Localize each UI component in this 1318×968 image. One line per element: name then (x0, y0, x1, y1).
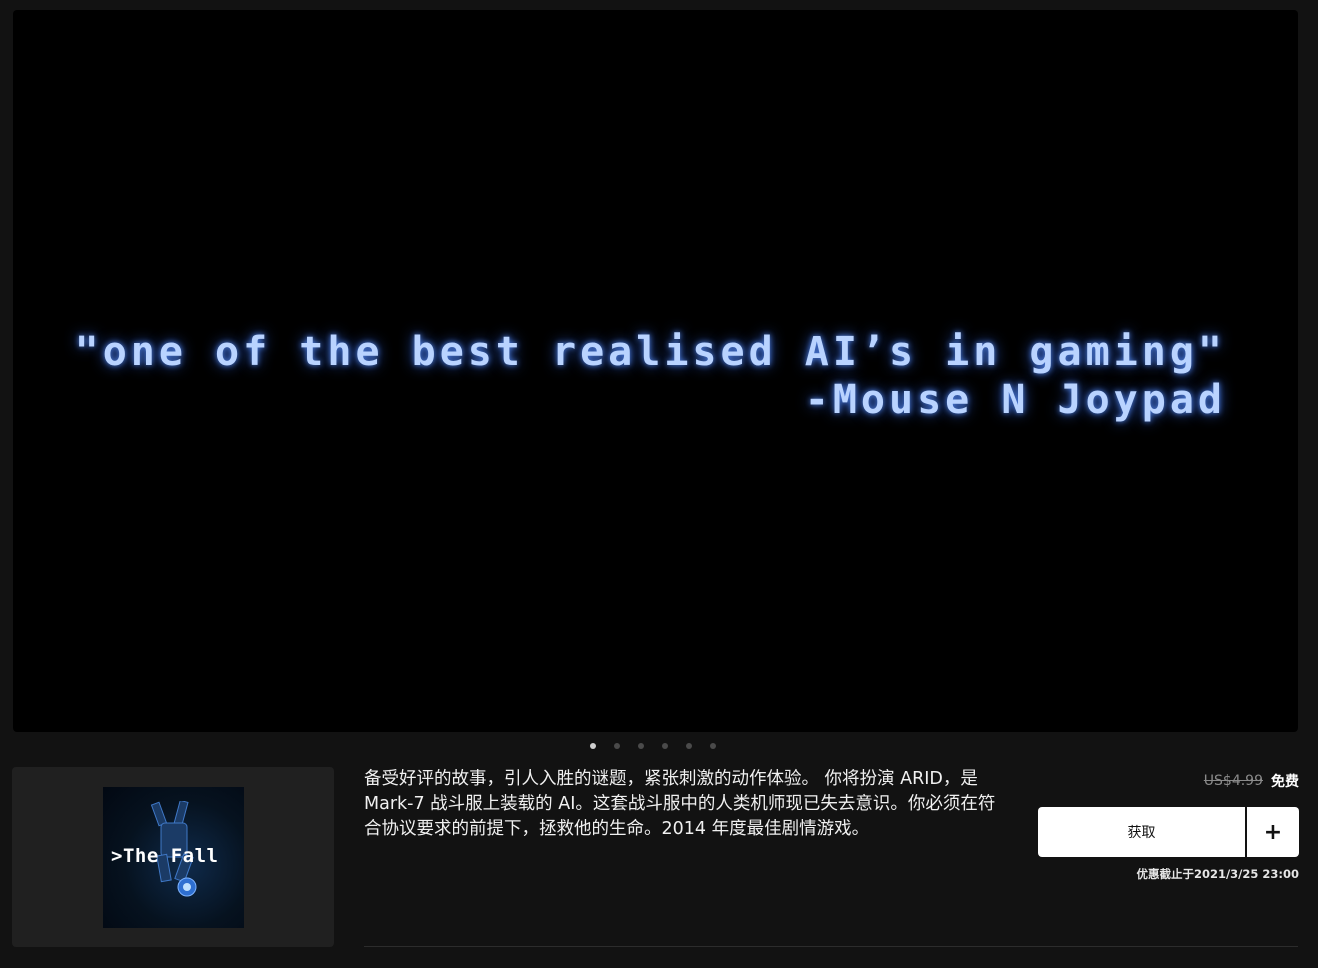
game-cover-art: >The Fall (103, 787, 244, 928)
section-divider (364, 946, 1298, 947)
game-logo-card: >The Fall (12, 767, 334, 947)
carousel-pagination (590, 743, 716, 749)
add-to-library-button[interactable]: + (1247, 807, 1299, 857)
price-info: US$4.99 免费 (1204, 771, 1299, 791)
current-price: 免费 (1271, 774, 1299, 790)
game-description: 备受好评的故事，引人入胜的谜题，紧张刺激的动作体验。 你将扮演 ARID，是 M… (364, 769, 996, 839)
carousel-dot-6[interactable] (710, 743, 716, 749)
deal-end-text: 优惠截止于2021/3/25 23:00 (1136, 867, 1299, 881)
original-price: US$4.99 (1203, 773, 1263, 789)
hero-media-slide[interactable]: "one of the best realised AI’s in gaming… (13, 10, 1298, 732)
review-quote-text: "one of the best realised AI’s in gaming… (74, 329, 1226, 375)
carousel-dot-5[interactable] (686, 743, 692, 749)
get-button[interactable]: 获取 (1038, 807, 1245, 857)
store-page: "one of the best realised AI’s in gaming… (0, 0, 1318, 968)
carousel-dot-4[interactable] (662, 743, 668, 749)
review-quote: "one of the best realised AI’s in gaming… (75, 328, 1226, 424)
review-quote-source: -Mouse N Joypad (804, 377, 1226, 423)
game-cover-title: >The Fall (111, 845, 219, 867)
carousel-dot-3[interactable] (638, 743, 644, 749)
carousel-dot-2[interactable] (614, 743, 620, 749)
carousel-dot-1[interactable] (590, 743, 596, 749)
